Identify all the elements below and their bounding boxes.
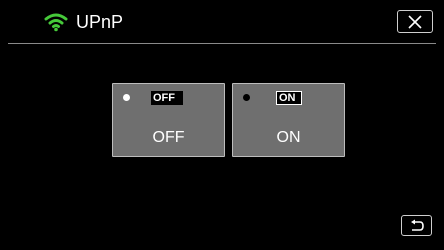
radio-indicator-on xyxy=(243,94,250,101)
on-option-button[interactable]: ON ON xyxy=(232,83,345,157)
header-bar: UPnP xyxy=(0,0,444,44)
off-icon: OFF xyxy=(151,91,183,105)
page-title: UPnP xyxy=(76,12,124,32)
close-icon xyxy=(408,14,422,29)
back-button[interactable] xyxy=(401,215,432,236)
radio-indicator-off xyxy=(123,94,130,101)
wifi-icon xyxy=(44,13,68,32)
close-button[interactable] xyxy=(397,10,433,33)
off-label: OFF xyxy=(152,129,185,146)
on-label: ON xyxy=(276,129,301,146)
off-option-button[interactable]: OFF OFF xyxy=(112,83,225,157)
header-divider xyxy=(8,43,436,44)
on-icon: ON xyxy=(276,91,302,105)
back-icon xyxy=(410,219,424,231)
